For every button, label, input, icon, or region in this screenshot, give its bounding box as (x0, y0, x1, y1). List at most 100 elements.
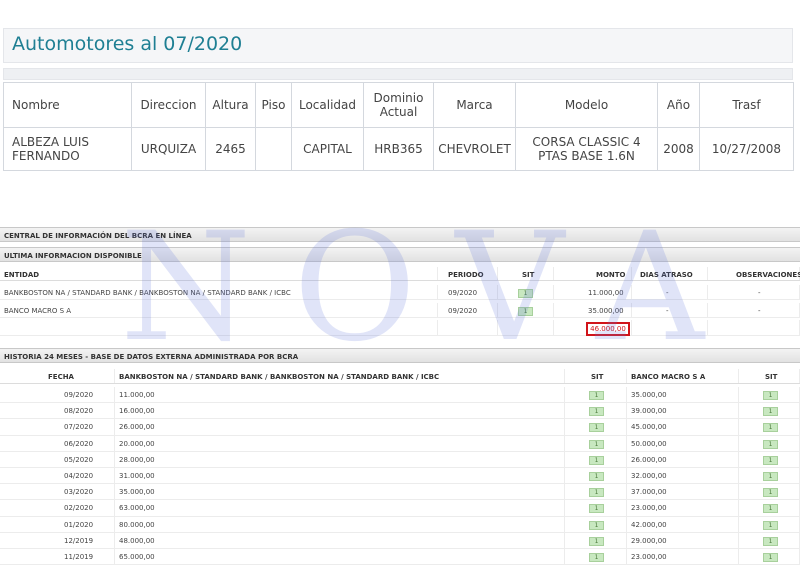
cell-piso (255, 127, 292, 171)
cell-direccion: URQUIZA (131, 127, 206, 171)
bcra-header: CENTRAL DE INFORMACIÓN DEL BCRA EN LÍNEA (0, 227, 800, 242)
cell-periodo: 09/2020 (448, 289, 478, 297)
cell-fecha: 12/2019 (64, 536, 94, 545)
cell-fecha: 04/2020 (64, 472, 94, 480)
cell-monto1: 31.000,00 (119, 472, 155, 480)
cell-localidad: CAPITAL (291, 127, 364, 171)
cell-entidad: BANCO MACRO S A (4, 307, 72, 315)
cell-monto1: 48.000,00 (119, 536, 155, 545)
table-row: 04/2020 31.000,00 1 32.000,00 1 (0, 468, 800, 485)
col-header: ENTIDAD (4, 271, 40, 279)
col-header: Localidad (291, 82, 364, 128)
ultima-header-row: ENTIDAD PERIODO SIT MONTO DIAS ATRASO OB… (0, 267, 800, 281)
sit-badge: 1 (589, 520, 604, 530)
cell-fecha: 05/2020 (64, 455, 94, 464)
col-header: BANKBOSTON NA / STANDARD BANK / BANKBOST… (119, 373, 440, 381)
cell-obs: - (758, 307, 761, 315)
cell-nombre: ALBEZA LUIS FERNANDO (3, 127, 132, 171)
cell-monto1: 26.000,00 (119, 423, 155, 432)
table-row: 07/2020 26.000,00 1 45.000,00 1 (0, 419, 800, 436)
cell-monto1: 11.000,00 (119, 391, 155, 399)
table-row: 11/2019 65.000,00 1 23.000,00 1 (0, 549, 800, 566)
col-header: Marca (433, 82, 516, 128)
cell-monto2: 45.000,00 (631, 423, 667, 432)
sit-badge: 1 (518, 307, 533, 316)
col-header: Piso (255, 82, 292, 128)
cell-monto1: 80.000,00 (119, 520, 155, 529)
col-header: SIT (522, 271, 535, 279)
cell-monto2: 35.000,00 (631, 391, 667, 399)
sit-badge: 1 (589, 391, 604, 400)
bcra-header-text: CENTRAL DE INFORMACIÓN DEL BCRA EN LÍNEA (4, 232, 192, 240)
cell-fecha: 06/2020 (64, 439, 94, 448)
cell-fecha: 07/2020 (64, 423, 94, 432)
sit-badge: 1 (763, 391, 778, 400)
sit-badge: 1 (589, 488, 604, 498)
cell-monto1: 20.000,00 (119, 439, 155, 448)
ultima-section-title: ULTIMA INFORMACION DISPONIBLE (4, 252, 142, 260)
col-header: Altura (205, 82, 256, 128)
automotores-table: Nombre Direccion Altura Piso Localidad D… (3, 82, 794, 171)
sit-badge: 1 (589, 455, 604, 465)
cell-fecha: 09/2020 (64, 391, 94, 399)
col-header: DIAS ATRASO (640, 271, 693, 279)
cell-monto2: 23.000,00 (631, 553, 667, 561)
sit-badge: 1 (763, 553, 778, 562)
cell-monto1: 63.000,00 (119, 504, 155, 513)
cell-monto: 35.000,00 (588, 307, 624, 315)
sit-badge: 1 (763, 520, 778, 530)
sit-badge: 1 (589, 536, 604, 546)
cell-marca: CHEVROLET (433, 127, 516, 171)
automotores-title-bar: Automotores al 07/2020 (3, 28, 793, 63)
cell-monto1: 65.000,00 (119, 553, 155, 561)
col-header: Modelo (515, 82, 658, 128)
cell-modelo: CORSA CLASSIC 4 PTAS BASE 1.6N (515, 127, 658, 171)
cell-fecha: 11/2019 (64, 553, 94, 561)
cell-monto1: 28.000,00 (119, 455, 155, 464)
cell-monto2: 37.000,00 (631, 488, 667, 497)
sit-badge: 1 (763, 439, 778, 449)
cell-trasf: 10/27/2008 (699, 127, 794, 171)
cell-monto2: 29.000,00 (631, 536, 667, 545)
cell-periodo: 09/2020 (448, 307, 478, 315)
col-header: Nombre (3, 82, 132, 128)
sit-badge: 1 (589, 504, 604, 514)
col-header: Direccion (131, 82, 206, 128)
table-row: 01/2020 80.000,00 1 42.000,00 1 (0, 516, 800, 533)
cell-monto1: 16.000,00 (119, 407, 155, 416)
cell-altura: 2465 (205, 127, 256, 171)
table-row: 03/2020 35.000,00 1 37.000,00 1 (0, 484, 800, 501)
col-header: BANCO MACRO S A (631, 373, 706, 381)
col-header: FECHA (48, 373, 74, 381)
cell-monto2: 39.000,00 (631, 407, 667, 416)
col-header: PERIODO (448, 271, 484, 279)
col-header: OBSERVACIONES (736, 271, 800, 279)
sit-badge: 1 (763, 504, 778, 514)
sit-badge: 1 (763, 455, 778, 465)
table-row: 09/2020 11.000,00 1 35.000,00 1 (0, 387, 800, 404)
sit-badge: 1 (589, 423, 604, 433)
cell-entidad: BANKBOSTON NA / STANDARD BANK / BANKBOST… (4, 289, 291, 297)
sit-badge: 1 (763, 488, 778, 498)
total-row: 46.000,00 (0, 320, 800, 336)
cell-anio: 2008 (657, 127, 700, 171)
table-row: BANCO MACRO S A 09/2020 1 35.000,00 - - (0, 303, 800, 318)
automotores-header-row: Nombre Direccion Altura Piso Localidad D… (3, 82, 794, 128)
cell-monto1: 35.000,00 (119, 488, 155, 497)
cell-monto2: 32.000,00 (631, 472, 667, 480)
total-monto: 46.000,00 (586, 322, 630, 336)
table-row: 02/2020 63.000,00 1 23.000,00 1 (0, 500, 800, 517)
cell-monto2: 26.000,00 (631, 455, 667, 464)
cell-dias: - (666, 307, 669, 315)
cell-monto2: 23.000,00 (631, 504, 667, 513)
cell-monto2: 50.000,00 (631, 439, 667, 448)
table-row: 12/2019 48.000,00 1 29.000,00 1 (0, 532, 800, 549)
col-header: SIT (591, 373, 604, 381)
col-header: Dominio Actual (363, 82, 434, 128)
historia-header-row: FECHA BANKBOSTON NA / STANDARD BANK / BA… (0, 369, 800, 384)
col-header: Año (657, 82, 700, 128)
automotores-title: Automotores al 07/2020 (12, 33, 243, 55)
cell-fecha: 03/2020 (64, 488, 94, 497)
table-row: 08/2020 16.000,00 1 39.000,00 1 (0, 403, 800, 420)
table-row: 06/2020 20.000,00 1 50.000,00 1 (0, 435, 800, 452)
